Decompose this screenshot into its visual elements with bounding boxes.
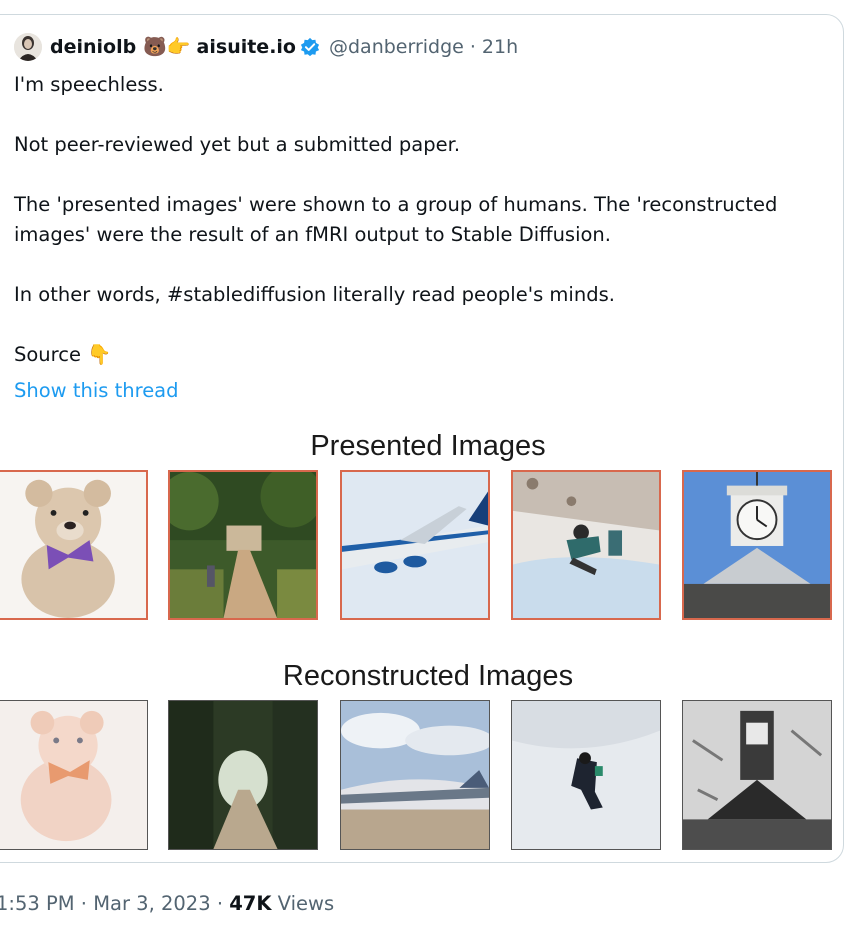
reconstructed-teddy-image[interactable] bbox=[0, 700, 148, 850]
separator: · bbox=[469, 36, 476, 58]
avatar[interactable] bbox=[14, 33, 42, 61]
tweet-text: I'm speechless. Not peer-reviewed yet bu… bbox=[14, 70, 834, 370]
reconstructed-title: Reconstructed Images bbox=[282, 660, 574, 692]
reconstructed-row[interactable] bbox=[0, 700, 856, 852]
author-emojis: 🐻👉 bbox=[143, 35, 191, 58]
views-label: Views bbox=[277, 892, 335, 915]
reconstructed-tower-image[interactable] bbox=[682, 700, 832, 850]
presented-row[interactable] bbox=[0, 470, 856, 622]
presented-clocktower-image[interactable] bbox=[682, 470, 832, 620]
presented-snowboarder-image[interactable] bbox=[511, 470, 661, 620]
views-count: 47K bbox=[229, 892, 272, 915]
author-name[interactable]: deiniolb bbox=[50, 36, 136, 58]
presented-teddy-image[interactable] bbox=[0, 470, 148, 620]
reconstructed-path-image[interactable] bbox=[168, 700, 318, 850]
tweet-date[interactable]: Mar 3, 2023 bbox=[93, 892, 210, 915]
tweet-line: In other words, #stablediffusion literal… bbox=[14, 283, 615, 306]
verified-badge-icon bbox=[300, 37, 320, 57]
tweet-header: deiniolb 🐻👉 aisuite.io @danberridge · 21… bbox=[14, 30, 518, 64]
tweet-line: The 'presented images' were shown to a g… bbox=[14, 193, 778, 216]
tweet-age[interactable]: 21h bbox=[482, 36, 518, 58]
tweet-line: Not peer-reviewed yet but a submitted pa… bbox=[14, 133, 461, 156]
tweet-footer: 1:53 PM · Mar 3, 2023 · 47K Views bbox=[0, 892, 334, 915]
tweet-time[interactable]: 1:53 PM bbox=[0, 892, 75, 915]
reconstructed-skier-image[interactable] bbox=[511, 700, 661, 850]
author-link[interactable]: aisuite.io bbox=[197, 36, 296, 58]
show-thread-link[interactable]: Show this thread bbox=[14, 376, 179, 406]
presented-airplane-image[interactable] bbox=[340, 470, 490, 620]
tweet-line: images' were the result of an fMRI outpu… bbox=[14, 223, 611, 246]
author-handle[interactable]: @danberridge bbox=[329, 36, 464, 58]
tweet-line: Source 👇 bbox=[14, 343, 112, 366]
tweet-line: I'm speechless. bbox=[14, 73, 164, 96]
presented-garden-image[interactable] bbox=[168, 470, 318, 620]
presented-title: Presented Images bbox=[310, 430, 546, 462]
reconstructed-airplane-image[interactable] bbox=[340, 700, 490, 850]
